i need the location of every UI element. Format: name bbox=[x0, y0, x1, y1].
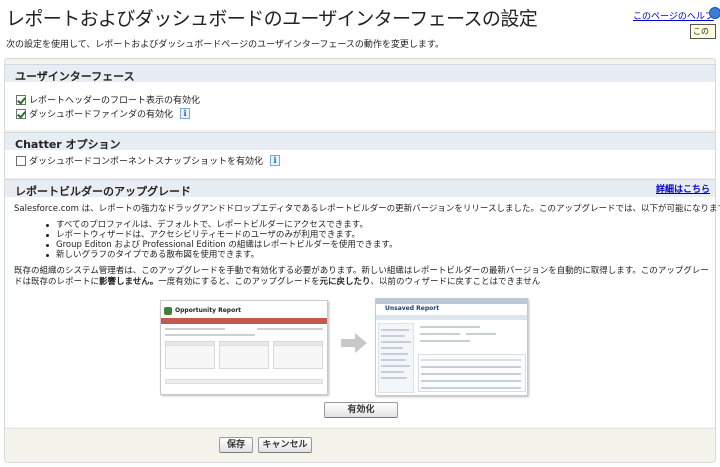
old-report-type-tabular bbox=[165, 341, 215, 369]
info-icon[interactable]: i bbox=[180, 108, 191, 119]
cancel-button[interactable]: キャンセル bbox=[258, 437, 312, 453]
help-icon[interactable] bbox=[709, 7, 720, 19]
option-floating-header: レポートヘッダーのフロート表示の有効化 bbox=[16, 93, 200, 106]
old-report-type-matrix bbox=[273, 341, 323, 369]
component-snapshot-label: ダッシュボードコンポーネントスナップショットを有効化 bbox=[29, 157, 264, 167]
filter-line bbox=[420, 340, 470, 342]
old-report-title: Opportunity Report bbox=[175, 307, 242, 314]
option-component-snapshot: ダッシュボードコンポーネントスナップショットを有効化 i bbox=[16, 154, 281, 167]
footer-divider bbox=[5, 428, 715, 429]
floating-header-label: レポートヘッダーのフロート表示の有効化 bbox=[29, 96, 201, 106]
page-description: 次の設定を使用して、レポートおよびダッシュボードページのユーザインターフェースの… bbox=[6, 40, 445, 50]
sidebar-line bbox=[381, 377, 407, 379]
help-link[interactable]: このページのヘルプ bbox=[633, 9, 714, 22]
page-title: レポートおよびダッシュボードのユーザインターフェースの設定 bbox=[6, 8, 538, 30]
dashboard-finder-checkbox[interactable] bbox=[16, 108, 26, 119]
new-report-field-sidebar bbox=[378, 323, 414, 393]
filter-line bbox=[420, 333, 460, 335]
list-item: Group Editon および Professional Edition の組… bbox=[46, 240, 398, 250]
old-report-line bbox=[257, 328, 323, 330]
list-item: 新しいグラフのタイプである散布図を使用できます。 bbox=[46, 250, 398, 260]
list-item: レポートウィザードは、アクセシビリティモードのユーザのみが利用できます。 bbox=[46, 230, 398, 240]
notice-emphasis: 影響しません。 bbox=[99, 277, 159, 287]
upgrade-intro: Salesforce.com は、レポートの強力なドラッグアンドドロップエディタ… bbox=[14, 204, 720, 214]
info-icon[interactable]: i bbox=[270, 155, 281, 166]
grid-row bbox=[421, 366, 521, 368]
section-header-builder: レポートビルダーのアップグレード bbox=[5, 179, 715, 198]
notice-emphasis: 元に戻したり bbox=[319, 277, 371, 287]
save-button[interactable]: 保存 bbox=[219, 437, 253, 453]
section-header-chatter: Chatter オプション bbox=[5, 132, 715, 151]
dashboard-finder-label: ダッシュボードファインダの有効化 bbox=[29, 110, 174, 120]
component-snapshot-checkbox[interactable] bbox=[16, 155, 26, 166]
grid-row bbox=[421, 359, 521, 361]
section-body-ui bbox=[5, 82, 715, 130]
sidebar-line bbox=[381, 359, 406, 361]
grid-row bbox=[421, 380, 521, 382]
filter-line bbox=[420, 326, 480, 328]
notice-text: 、以前のウィザードに戻すことはできません bbox=[370, 277, 541, 287]
floating-header-checkbox[interactable] bbox=[16, 94, 26, 105]
sidebar-line bbox=[381, 329, 409, 331]
sidebar-line bbox=[381, 353, 408, 355]
notice-text: 一度有効にすると、このアップグレードを bbox=[158, 277, 320, 287]
sidebar-line bbox=[381, 365, 410, 367]
list-item: すべてのプロファイルは、デフォルトで、レポートビルダーにアクセスできます。 bbox=[46, 220, 398, 230]
help-tooltip: この bbox=[690, 24, 716, 39]
filter-line bbox=[466, 333, 496, 335]
old-report-line bbox=[165, 334, 255, 336]
arrow-right-icon bbox=[341, 333, 367, 353]
new-report-builder-preview: Unsaved Report bbox=[375, 298, 528, 396]
old-report-type-summary bbox=[219, 341, 269, 369]
sidebar-line bbox=[381, 347, 403, 349]
sidebar-line bbox=[381, 335, 405, 337]
new-report-topbar bbox=[376, 299, 527, 304]
upgrade-feature-list: すべてのプロファイルは、デフォルトで、レポートビルダーにアクセスできます。 レポ… bbox=[46, 220, 398, 260]
new-report-title: Unsaved Report bbox=[385, 305, 440, 312]
section-header-ui: ユーザインターフェース bbox=[5, 64, 715, 83]
old-report-footer bbox=[165, 379, 323, 384]
upgrade-notice: 既存の組織のシステム管理者は、このアップグレードを手動で有効化する必要があります… bbox=[14, 266, 714, 288]
grid-row bbox=[421, 373, 521, 375]
old-report-preview: Opportunity Report bbox=[160, 300, 328, 395]
old-report-step-bar bbox=[161, 318, 327, 324]
report-logo-icon bbox=[164, 307, 172, 315]
learn-more-link[interactable]: 詳細はこちら bbox=[656, 182, 710, 195]
new-report-toolbar bbox=[376, 315, 527, 320]
sidebar-line bbox=[381, 371, 404, 373]
old-report-line bbox=[165, 328, 225, 330]
grid-row bbox=[421, 387, 521, 389]
enable-button[interactable]: 有効化 bbox=[324, 402, 398, 418]
option-dashboard-finder: ダッシュボードファインダの有効化 i bbox=[16, 107, 191, 120]
sidebar-line bbox=[381, 341, 411, 343]
